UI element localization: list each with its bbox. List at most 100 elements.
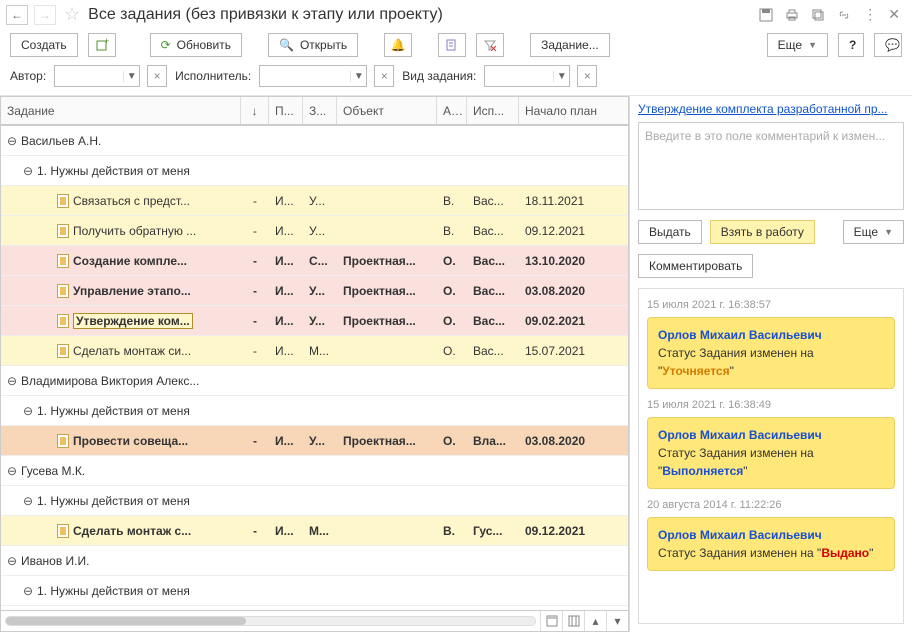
executor-clear-button[interactable]: × — [374, 65, 394, 87]
th-task[interactable]: Задание — [1, 97, 241, 124]
task-button[interactable]: Задание... — [530, 33, 610, 57]
group-label: 1. Нужны действия от меня — [37, 584, 190, 598]
history-timestamp: 20 августа 2014 г. 11:22:26 — [647, 499, 895, 511]
task-link[interactable]: Утверждение комплекта разработанной пр..… — [638, 96, 904, 122]
nav-forward-button[interactable]: → — [34, 5, 56, 25]
issue-button[interactable]: Выдать — [638, 220, 702, 244]
collapse-toggle-icon[interactable]: ⊖ — [23, 164, 33, 178]
collapse-toggle-icon[interactable]: ⊖ — [23, 404, 33, 418]
executor-combo[interactable]: ▼ — [259, 65, 367, 87]
chat-button[interactable]: 💬 — [874, 33, 902, 57]
cell-date: 13.10.2020 — [519, 254, 615, 268]
comment-button[interactable]: Комментировать — [638, 254, 753, 278]
save-icon[interactable] — [759, 8, 773, 22]
table-group-row[interactable]: ⊖Владимирова Виктория Алекс... — [1, 366, 628, 396]
cell-isp: Вас... — [467, 284, 519, 298]
th-isp[interactable]: Исп... — [467, 97, 519, 124]
take-button[interactable]: Взять в работу — [710, 220, 815, 244]
task-label: Получить обратную ... — [73, 224, 196, 238]
executor-dropdown-icon[interactable]: ▼ — [350, 71, 366, 82]
expand-all-icon[interactable]: ▾ — [606, 611, 628, 631]
tasktype-dropdown-icon[interactable]: ▼ — [553, 71, 569, 82]
collapse-toggle-icon[interactable]: ⊖ — [7, 374, 17, 388]
table-row[interactable]: Утверждение ком...-И...У...Проектная...О… — [1, 306, 628, 336]
print-icon[interactable] — [785, 8, 799, 22]
horizontal-scrollbar[interactable] — [1, 616, 540, 626]
create-button[interactable]: Создать — [10, 33, 78, 57]
cell-date: 09.12.2021 — [519, 224, 615, 238]
help-button[interactable]: ? — [838, 33, 864, 57]
table-group-row[interactable]: ⊖ 1. Нужны действия от меня — [1, 576, 628, 606]
author-dropdown-icon[interactable]: ▼ — [123, 71, 139, 82]
table-group-row[interactable]: ⊖Васильев А.Н. — [1, 126, 628, 156]
copy-task-button[interactable]: + — [88, 33, 116, 57]
right-panel: Утверждение комплекта разработанной пр..… — [630, 96, 912, 632]
table-expand-icon[interactable] — [540, 611, 562, 631]
link-icon[interactable] — [837, 8, 851, 22]
tasktype-combo[interactable]: ▼ — [484, 65, 570, 87]
collapse-toggle-icon[interactable]: ⊖ — [23, 494, 33, 508]
clear-filter-button[interactable] — [476, 33, 504, 57]
table-row[interactable]: Связаться с предст...-И...У...В.Вас...18… — [1, 186, 628, 216]
table-columns-icon[interactable] — [562, 611, 584, 631]
table-group-row[interactable]: ⊖1. Нужны действия от меня — [1, 396, 628, 426]
table-row[interactable]: Создание компле...-И...С...Проектная...О… — [1, 246, 628, 276]
document-icon — [57, 194, 69, 208]
table-row[interactable]: Сделать монтаж си...-И...М...О.Вас...15.… — [1, 336, 628, 366]
author-combo[interactable]: ▼ — [54, 65, 140, 87]
th-a[interactable]: А... — [437, 97, 467, 124]
table-row[interactable]: Получить обратную ...-И...У...В.Вас...09… — [1, 216, 628, 246]
bell-button[interactable]: 🔔 — [384, 33, 412, 57]
author-clear-button[interactable]: × — [147, 65, 167, 87]
copy-icon[interactable] — [811, 8, 825, 22]
cell-a: В. — [437, 224, 467, 238]
table-row[interactable]: Управление этапо...-И...У...Проектная...… — [1, 276, 628, 306]
refresh-button[interactable]: ⟳Обновить — [150, 33, 242, 57]
more-button[interactable]: Еще ▼ — [767, 33, 828, 57]
collapse-all-icon[interactable]: ▴ — [584, 611, 606, 631]
more-vertical-icon[interactable]: ⋮ — [863, 6, 876, 23]
open-button[interactable]: 🔍Открыть — [268, 33, 358, 57]
filter-settings-button[interactable] — [438, 33, 466, 57]
nav-back-button[interactable]: ← — [6, 5, 28, 25]
table-row[interactable]: Сделать монтаж с...-И...М...В.Гус...09.1… — [1, 516, 628, 546]
favorite-star-icon[interactable]: ☆ — [64, 4, 80, 25]
cell-p: И... — [269, 434, 303, 448]
refresh-label: Обновить — [177, 38, 231, 52]
cell-date: 15.07.2021 — [519, 344, 615, 358]
collapse-toggle-icon[interactable]: ⊖ — [7, 554, 17, 568]
th-z[interactable]: З... — [303, 97, 337, 124]
th-object[interactable]: Объект — [337, 97, 437, 124]
table-group-row[interactable]: ⊖Иванов И.И. — [1, 546, 628, 576]
collapse-toggle-icon[interactable]: ⊖ — [7, 134, 17, 148]
close-icon[interactable]: ✕ — [888, 6, 900, 23]
cell-z: М... — [303, 344, 337, 358]
right-more-button[interactable]: Еще ▼ — [843, 220, 904, 244]
cell-p: И... — [269, 224, 303, 238]
cell-z: У... — [303, 224, 337, 238]
table-body[interactable]: ⊖Васильев А.Н.⊖1. Нужны действия от меня… — [0, 126, 629, 610]
cell-a: О. — [437, 284, 467, 298]
tasktype-clear-button[interactable]: × — [577, 65, 597, 87]
collapse-toggle-icon[interactable]: ⊖ — [7, 464, 17, 478]
open-label: Открыть — [300, 38, 347, 52]
cell-task: ⊖ 1. Нужны действия от меня — [1, 584, 241, 598]
tasktype-input[interactable] — [485, 66, 553, 86]
task-label: Сделать монтаж си... — [73, 344, 191, 358]
executor-input[interactable] — [260, 66, 350, 86]
history-panel[interactable]: 15 июля 2021 г. 16:38:57Орлов Михаил Вас… — [638, 288, 904, 624]
table-group-row[interactable]: ⊖1. Нужны действия от меня — [1, 486, 628, 516]
table-group-row[interactable]: ⊖Гусева М.К. — [1, 456, 628, 486]
th-start[interactable]: Начало план — [519, 97, 615, 124]
comment-input[interactable]: Введите в это поле комментарий к измен..… — [638, 122, 904, 210]
author-input[interactable] — [55, 66, 123, 86]
table-group-row[interactable]: ⊖1. Нужны действия от меня — [1, 156, 628, 186]
collapse-toggle-icon[interactable]: ⊖ — [23, 584, 33, 598]
bell-icon: 🔔 — [391, 38, 406, 52]
cell-p: И... — [269, 344, 303, 358]
th-p[interactable]: П... — [269, 97, 303, 124]
table-row[interactable]: Провести совеща...-И...У...Проектная...О… — [1, 426, 628, 456]
cell-task: ⊖1. Нужны действия от меня — [1, 164, 241, 178]
cell-a: О. — [437, 254, 467, 268]
th-sort[interactable]: ↓ — [241, 97, 269, 124]
